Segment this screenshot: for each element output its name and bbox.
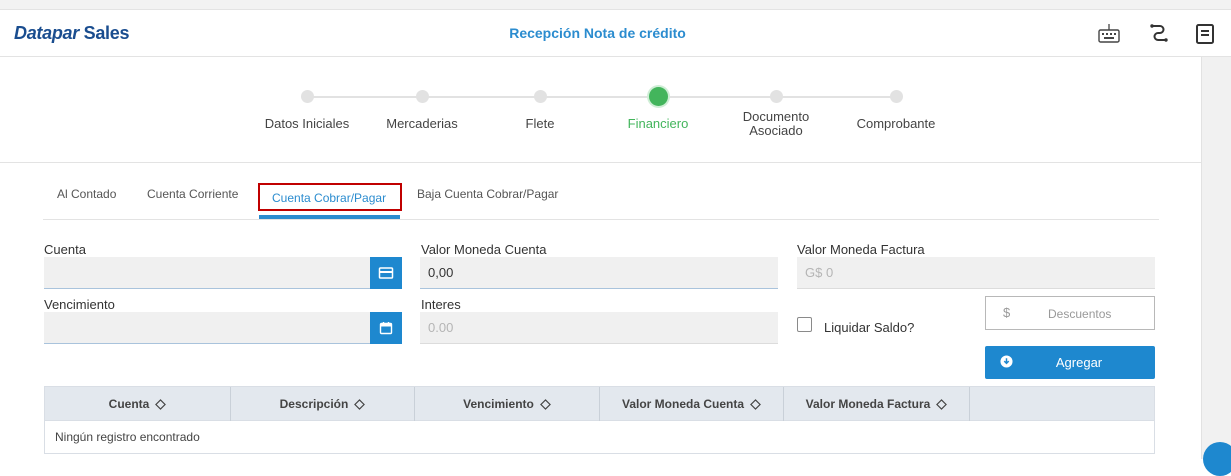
page-title: Recepción Nota de crédito: [509, 25, 686, 41]
vencimiento-date-button[interactable]: [370, 312, 402, 344]
step-label: Comprobante: [856, 116, 936, 131]
valor-moneda-cuenta-input[interactable]: 0,00: [420, 257, 778, 289]
sort-icon: [936, 398, 948, 410]
step-dot: [301, 90, 314, 103]
step-dot-active: [649, 87, 668, 106]
top-strip: [0, 0, 1231, 10]
cuenta-lookup-button[interactable]: [370, 257, 402, 289]
floating-action-button[interactable]: [1203, 442, 1231, 476]
descuentos-placeholder: Descuentos: [1048, 307, 1112, 321]
interes-input: 0.00: [420, 312, 778, 344]
column-header-cuenta[interactable]: Cuenta: [45, 387, 231, 421]
liquidar-saldo-label: Liquidar Saldo?: [824, 320, 915, 335]
valor-moneda-factura-label: Valor Moneda Factura: [797, 242, 925, 257]
liquidar-saldo-checkbox[interactable]: [797, 317, 812, 332]
cuenta-input[interactable]: [44, 257, 370, 289]
column-header-vencimiento[interactable]: Vencimiento: [415, 387, 600, 421]
keyboard-icon[interactable]: [1097, 22, 1121, 46]
agregar-button[interactable]: Agregar: [985, 346, 1155, 379]
step-dot: [770, 90, 783, 103]
data-table: Cuenta Descripción Vencimiento Valor Mon…: [44, 386, 1155, 454]
step-dot: [890, 90, 903, 103]
step-dot: [416, 90, 429, 103]
descuentos-input[interactable]: $ Descuentos: [985, 296, 1155, 330]
interes-label: Interes: [421, 297, 461, 312]
column-header-label: Vencimiento: [463, 397, 534, 411]
column-header-label: Valor Moneda Cuenta: [621, 397, 745, 411]
stepper-line: [303, 96, 895, 98]
tab-al-contado[interactable]: Al Contado: [57, 187, 116, 201]
step-label: Documento Asociado: [716, 110, 836, 138]
step-dot: [534, 90, 547, 103]
sort-icon: [354, 398, 366, 410]
column-header-label: Valor Moneda Factura: [805, 397, 931, 411]
column-header-valor-moneda-factura[interactable]: Valor Moneda Factura: [784, 387, 970, 421]
step-label: Datos Iniciales: [264, 116, 350, 131]
table-header: Cuenta Descripción Vencimiento Valor Mon…: [45, 387, 1154, 421]
column-header-label: Descripción: [279, 397, 349, 411]
calendar-icon: [379, 322, 393, 335]
valor-moneda-factura-input: G$ 0: [797, 257, 1155, 289]
agregar-label: Agregar: [1055, 355, 1103, 370]
step-label: Financiero: [627, 116, 689, 131]
table-empty-message: Ningún registro encontrado: [55, 430, 200, 444]
step-label: Mercaderias: [386, 116, 458, 131]
route-icon[interactable]: [1147, 22, 1171, 46]
card-icon: [378, 267, 394, 279]
sort-icon: [539, 398, 551, 410]
tab-cuenta-corriente[interactable]: Cuenta Corriente: [147, 187, 238, 201]
tab-bar: Al Contado Cuenta Corriente Cuenta Cobra…: [43, 175, 1159, 220]
document-icon[interactable]: [1193, 22, 1217, 46]
currency-symbol: $: [1003, 305, 1011, 320]
valor-moneda-cuenta-label: Valor Moneda Cuenta: [421, 242, 547, 257]
scrollbar[interactable]: [1201, 57, 1231, 459]
sort-icon: [750, 398, 761, 410]
tab-baja-cuenta-cobrar-pagar[interactable]: Baja Cuenta Cobrar/Pagar: [417, 187, 558, 201]
stepper: Datos Iniciales Mercaderias Flete Financ…: [0, 57, 1201, 163]
vencimiento-label: Vencimiento: [44, 297, 115, 312]
tab-cuenta-cobrar-pagar[interactable]: Cuenta Cobrar/Pagar: [272, 191, 386, 205]
column-header-valor-moneda-cuenta[interactable]: Valor Moneda Cuenta: [600, 387, 784, 421]
step-label-line-1: Documento: [742, 109, 810, 124]
sort-icon: [155, 398, 167, 410]
column-header-descripcion[interactable]: Descripción: [231, 387, 415, 421]
step-label: Flete: [525, 116, 555, 131]
app-header: Datapar Sales Recepción Nota de crédito: [0, 10, 1231, 57]
column-header-label: Cuenta: [108, 397, 150, 411]
step-label-line-2: Asociado: [749, 123, 803, 138]
vencimiento-input[interactable]: [44, 312, 370, 344]
tab-active-indicator: [259, 215, 400, 219]
cuenta-label: Cuenta: [44, 242, 86, 257]
